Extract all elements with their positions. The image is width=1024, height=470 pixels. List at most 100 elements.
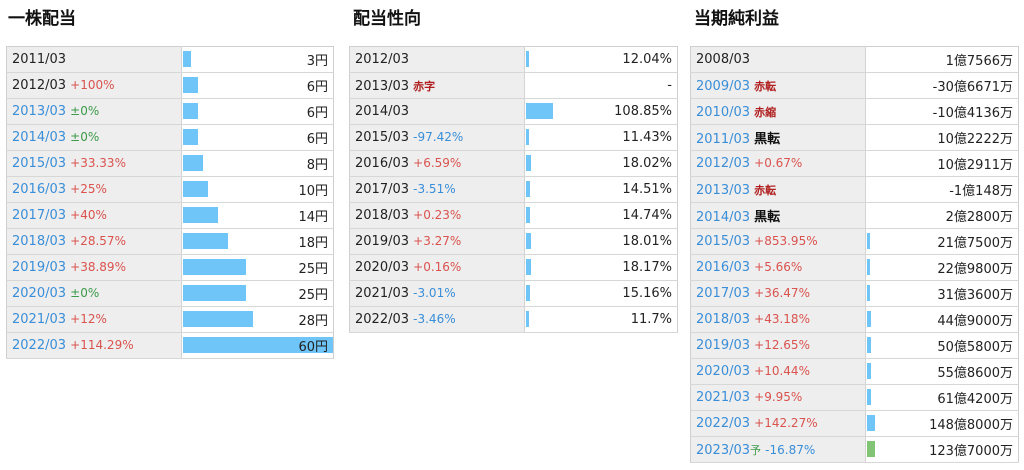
table-row: 2015/03 +853.95% 21億7500万 xyxy=(690,228,1019,255)
period-label[interactable]: 2015/03 xyxy=(12,156,66,171)
period-cell: 2017/03 +40% xyxy=(6,202,182,229)
dividend-table: 2011/03 3円 2012/03 +100% 6円 2013/03 ±0% 6円 201… xyxy=(6,46,334,359)
period-label: 2008/03 xyxy=(696,52,751,67)
table-row: 2017/03 +40% 14円 xyxy=(6,202,334,229)
period-label[interactable]: 2014/03 xyxy=(12,130,66,145)
period-label[interactable]: 2013/03 xyxy=(696,183,750,198)
change-label: +28.57% xyxy=(70,234,126,248)
value-label: 31億3600万 xyxy=(937,288,1013,303)
period-label[interactable]: 2013/03 xyxy=(12,104,66,119)
table-row: 2022/03 +142.27% 148億8000万 xyxy=(690,410,1019,437)
period-label[interactable]: 2022/03 xyxy=(12,338,66,353)
period-label: 2021/03 xyxy=(355,286,410,301)
value-bar xyxy=(183,285,246,301)
table-row: 2013/03 赤転 -1億148万 xyxy=(690,176,1019,203)
value-cell: 123億7000万 xyxy=(865,436,1019,463)
change-label: +100% xyxy=(70,78,115,92)
period-cell: 2012/03 +0.67% xyxy=(690,150,866,177)
change-label: +10.44% xyxy=(754,364,810,378)
value-label: 123億7000万 xyxy=(929,444,1013,459)
value-bar xyxy=(867,337,871,353)
value-label: 10億2222万 xyxy=(937,132,1013,147)
value-cell: 25円 xyxy=(181,280,334,307)
change-label: ±0% xyxy=(70,104,100,118)
value-label: 1億7566万 xyxy=(945,54,1013,69)
value-label: 14.51% xyxy=(622,182,672,197)
period-label[interactable]: 2018/03 xyxy=(12,234,66,249)
table-row: 2020/03 ±0% 25円 xyxy=(6,280,334,307)
period-label[interactable]: 2014/03 xyxy=(696,210,750,225)
period-label[interactable]: 2023/03 xyxy=(696,443,750,458)
value-label: 148億8000万 xyxy=(929,418,1013,433)
period-label[interactable]: 2012/03 xyxy=(696,156,750,171)
value-bar xyxy=(867,415,875,431)
value-bar xyxy=(867,259,870,275)
period-label: 2020/03 xyxy=(355,260,410,275)
payout-ratio-table: 2012/03 12.04% 2013/03 赤字 -2014/03 108.85% 20… xyxy=(349,46,678,333)
value-bar xyxy=(183,181,208,197)
change-label: 赤縮 xyxy=(754,105,777,119)
value-label: 21億7500万 xyxy=(937,236,1013,251)
period-label[interactable]: 2021/03 xyxy=(12,312,66,327)
period-label: 2012/03 xyxy=(355,52,410,67)
period-cell: 2022/03 +142.27% xyxy=(690,410,866,437)
change-label: +12.65% xyxy=(754,338,810,352)
table-row: 2015/03 +33.33% 8円 xyxy=(6,150,334,177)
table-row: 2022/03 +114.29% 60円 xyxy=(6,332,334,359)
period-label[interactable]: 2011/03 xyxy=(696,132,750,147)
period-label[interactable]: 2017/03 xyxy=(696,286,750,301)
period-label[interactable]: 2017/03 xyxy=(12,208,66,223)
value-label: 18円 xyxy=(298,236,328,251)
period-label[interactable]: 2019/03 xyxy=(696,338,750,353)
period-cell: 2019/03 +3.27% xyxy=(349,228,525,255)
value-label: -1億148万 xyxy=(949,184,1013,199)
value-label: 28円 xyxy=(298,314,328,329)
value-bar xyxy=(526,51,529,67)
period-cell: 2011/03 xyxy=(6,46,182,73)
value-bar xyxy=(183,233,228,249)
period-label[interactable]: 2016/03 xyxy=(696,260,750,275)
change-label: ±0% xyxy=(70,286,100,300)
period-label: 2015/03 xyxy=(355,130,410,145)
change-label: 赤転 xyxy=(754,183,777,197)
change-label: +38.89% xyxy=(70,260,126,274)
period-label[interactable]: 2019/03 xyxy=(12,260,66,275)
period-cell: 2014/03 黒転 xyxy=(690,202,866,229)
change-label: +12% xyxy=(70,312,107,326)
period-cell: 2022/03 +114.29% xyxy=(6,332,182,359)
period-label[interactable]: 2018/03 xyxy=(696,312,750,327)
table-row: 2019/03 +12.65% 50億5800万 xyxy=(690,332,1019,359)
period-cell: 2016/03 +5.66% xyxy=(690,254,866,281)
value-bar xyxy=(183,311,253,327)
value-cell: -10億4136万 xyxy=(865,98,1019,125)
period-label[interactable]: 2016/03 xyxy=(12,182,66,197)
value-cell: 11.43% xyxy=(524,124,678,151)
value-cell: 15.16% xyxy=(524,280,678,307)
value-bar xyxy=(183,155,203,171)
period-label[interactable]: 2022/03 xyxy=(696,416,750,431)
change-label: +9.95% xyxy=(754,390,803,404)
change-label: +0.23% xyxy=(413,208,462,222)
period-cell: 2014/03 xyxy=(349,98,525,125)
period-label[interactable]: 2009/03 xyxy=(696,79,750,94)
period-label: 2018/03 xyxy=(355,208,410,223)
period-label[interactable]: 2020/03 xyxy=(696,364,750,379)
value-cell: 14.74% xyxy=(524,202,678,229)
change-label: -16.87% xyxy=(765,442,816,457)
table-row: 2013/03 赤字 - xyxy=(349,72,678,99)
period-label[interactable]: 2015/03 xyxy=(696,234,750,249)
value-label: -30億6671万 xyxy=(932,80,1013,95)
period-label[interactable]: 2020/03 xyxy=(12,286,66,301)
value-cell: 14.51% xyxy=(524,176,678,203)
period-label: 2017/03 xyxy=(355,182,410,197)
value-bar xyxy=(183,77,198,93)
period-cell: 2019/03 +12.65% xyxy=(690,332,866,359)
change-label: +6.59% xyxy=(413,156,462,170)
value-cell: - xyxy=(524,72,678,99)
value-bar xyxy=(183,259,246,275)
value-bar xyxy=(526,181,530,197)
period-label[interactable]: 2021/03 xyxy=(696,390,750,405)
value-cell: 60円 xyxy=(181,332,334,359)
value-cell: 6円 xyxy=(181,98,334,125)
period-label[interactable]: 2010/03 xyxy=(696,105,750,120)
